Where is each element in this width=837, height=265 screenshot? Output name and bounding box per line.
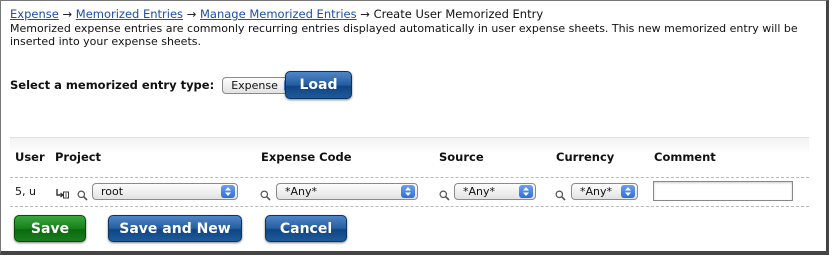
column-header-user: User	[15, 150, 45, 164]
breadcrumb: Expense → Memorized Entries → Manage Mem…	[10, 7, 543, 21]
source-select[interactable]: *Any*	[454, 183, 536, 200]
dropdown-arrows-icon	[221, 185, 235, 198]
comment-input[interactable]	[653, 181, 793, 201]
entry-type-row: Select a memorized entry type: Expense	[10, 71, 301, 99]
breadcrumb-separator: →	[62, 7, 73, 21]
breadcrumb-link-memorized-entries[interactable]: Memorized Entries	[76, 7, 183, 21]
column-header-source: Source	[439, 150, 484, 164]
search-icon[interactable]	[555, 186, 566, 201]
search-icon[interactable]	[260, 186, 271, 201]
expense-code-select-value: *Any*	[285, 185, 318, 198]
source-select-value: *Any*	[463, 185, 496, 198]
row-divider	[10, 177, 809, 178]
entry-type-label: Select a memorized entry type:	[10, 78, 215, 92]
breadcrumb-current: Create User Memorized Entry	[373, 7, 544, 21]
row-divider	[10, 206, 809, 207]
column-header-currency: Currency	[556, 150, 615, 164]
breadcrumb-separator: →	[186, 7, 197, 21]
save-button[interactable]: Save	[14, 215, 86, 242]
dropdown-arrows-icon	[621, 185, 635, 198]
column-header-expense-code: Expense Code	[261, 150, 352, 164]
entry-type-value: Expense	[231, 78, 278, 92]
project-select[interactable]: root	[92, 183, 238, 200]
dropdown-arrows-icon	[519, 185, 533, 198]
breadcrumb-link-manage-memorized-entries[interactable]: Manage Memorized Entries	[200, 7, 357, 21]
project-select-value: root	[101, 185, 124, 198]
save-and-new-button[interactable]: Save and New	[108, 215, 242, 242]
search-icon[interactable]	[439, 186, 450, 201]
dropdown-arrows-icon	[401, 185, 415, 198]
breadcrumb-link-expense[interactable]: Expense	[10, 7, 59, 21]
column-header-project: Project	[55, 150, 102, 164]
hierarchy-icon[interactable]	[55, 185, 69, 199]
search-icon[interactable]	[77, 186, 88, 201]
page-description: Memorized expense entries are commonly r…	[10, 22, 798, 48]
expense-code-select[interactable]: *Any*	[276, 183, 418, 200]
currency-select[interactable]: *Any*	[571, 183, 638, 200]
cancel-button[interactable]: Cancel	[265, 215, 347, 242]
column-header-comment: Comment	[654, 150, 716, 164]
load-button[interactable]: Load	[285, 71, 352, 99]
breadcrumb-separator: →	[360, 7, 370, 21]
user-cell: 5, u	[15, 185, 36, 198]
currency-select-value: *Any*	[580, 185, 613, 198]
